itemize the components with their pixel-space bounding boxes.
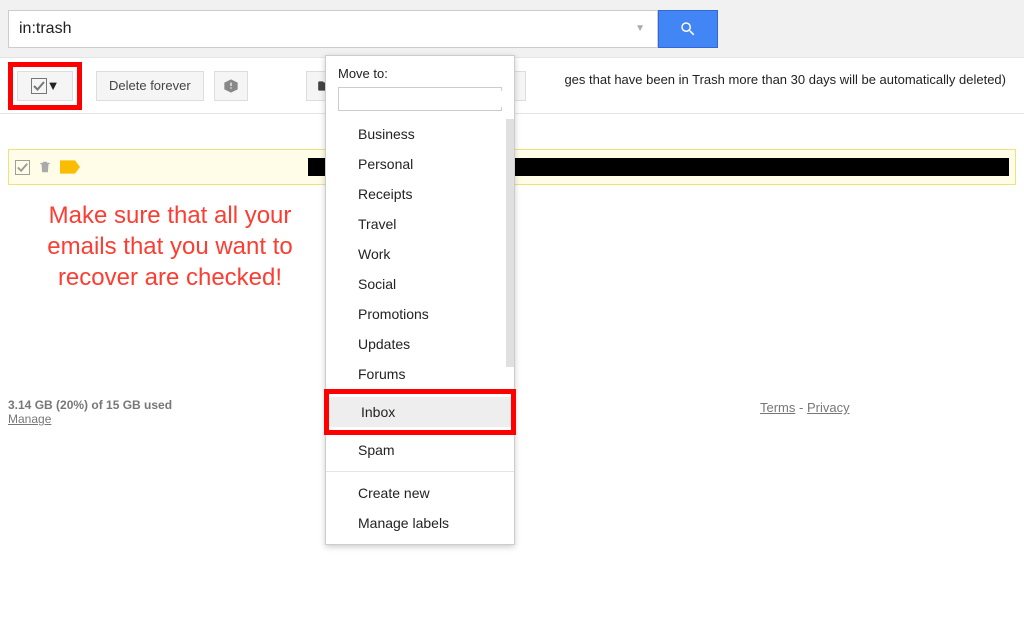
search-options-caret[interactable]: ▼ bbox=[631, 23, 649, 34]
manage-storage-link[interactable]: Manage bbox=[8, 412, 51, 426]
label-chip-icon bbox=[60, 160, 80, 174]
move-to-item-forums[interactable]: Forums bbox=[326, 359, 514, 389]
checkbox-checked-icon bbox=[31, 78, 47, 94]
terms-link[interactable]: Terms bbox=[760, 400, 795, 415]
scrollbar-track[interactable] bbox=[506, 119, 514, 367]
move-to-item-business[interactable]: Business bbox=[326, 119, 514, 149]
search-input[interactable] bbox=[17, 19, 631, 39]
report-spam-button[interactable] bbox=[214, 71, 248, 101]
storage-info: 3.14 GB (20%) of 15 GB used Manage bbox=[8, 398, 172, 426]
row-checkbox-icon[interactable] bbox=[15, 160, 30, 175]
move-to-item-updates[interactable]: Updates bbox=[326, 329, 514, 359]
move-to-item-promotions[interactable]: Promotions bbox=[326, 299, 514, 329]
footer-links: Terms - Privacy bbox=[760, 400, 850, 415]
select-all-highlight: ▼ bbox=[8, 62, 82, 110]
divider bbox=[326, 471, 514, 472]
footer-sep: - bbox=[795, 400, 807, 415]
search-icon bbox=[679, 20, 697, 38]
move-to-item-receipts[interactable]: Receipts bbox=[326, 179, 514, 209]
move-to-item-personal[interactable]: Personal bbox=[326, 149, 514, 179]
caret-down-icon: ▼ bbox=[47, 78, 60, 93]
move-to-search-input[interactable] bbox=[343, 91, 502, 107]
annotation-text: Make sure that all your emails that you … bbox=[30, 200, 310, 294]
trash-icon[interactable] bbox=[38, 159, 52, 175]
move-to-list: Business Personal Receipts Travel Work S… bbox=[326, 119, 514, 538]
move-to-item-inbox[interactable]: Inbox bbox=[329, 397, 511, 427]
trash-notice: ges that have been in Trash more than 30… bbox=[564, 72, 1018, 87]
delete-forever-button[interactable]: Delete forever bbox=[96, 71, 204, 101]
search-input-wrap[interactable]: ▼ bbox=[8, 10, 658, 48]
move-to-header: Move to: bbox=[326, 66, 514, 87]
privacy-link[interactable]: Privacy bbox=[807, 400, 850, 415]
move-to-dropdown: Move to: Business Personal Receipts Trav… bbox=[325, 55, 515, 545]
move-to-search-wrap[interactable] bbox=[338, 87, 502, 111]
select-all-button[interactable]: ▼ bbox=[17, 71, 73, 101]
storage-line: 3.14 GB (20%) of 15 GB used bbox=[8, 398, 172, 412]
move-to-item-work[interactable]: Work bbox=[326, 239, 514, 269]
inbox-highlight: Inbox bbox=[324, 389, 516, 435]
move-to-manage-labels[interactable]: Manage labels bbox=[326, 508, 514, 538]
move-to-item-travel[interactable]: Travel bbox=[326, 209, 514, 239]
move-to-item-spam[interactable]: Spam bbox=[326, 435, 514, 465]
search-bar: ▼ bbox=[0, 0, 1024, 58]
spam-icon bbox=[223, 78, 239, 94]
move-to-item-social[interactable]: Social bbox=[326, 269, 514, 299]
move-to-create-new[interactable]: Create new bbox=[326, 478, 514, 508]
search-button[interactable] bbox=[658, 10, 718, 48]
